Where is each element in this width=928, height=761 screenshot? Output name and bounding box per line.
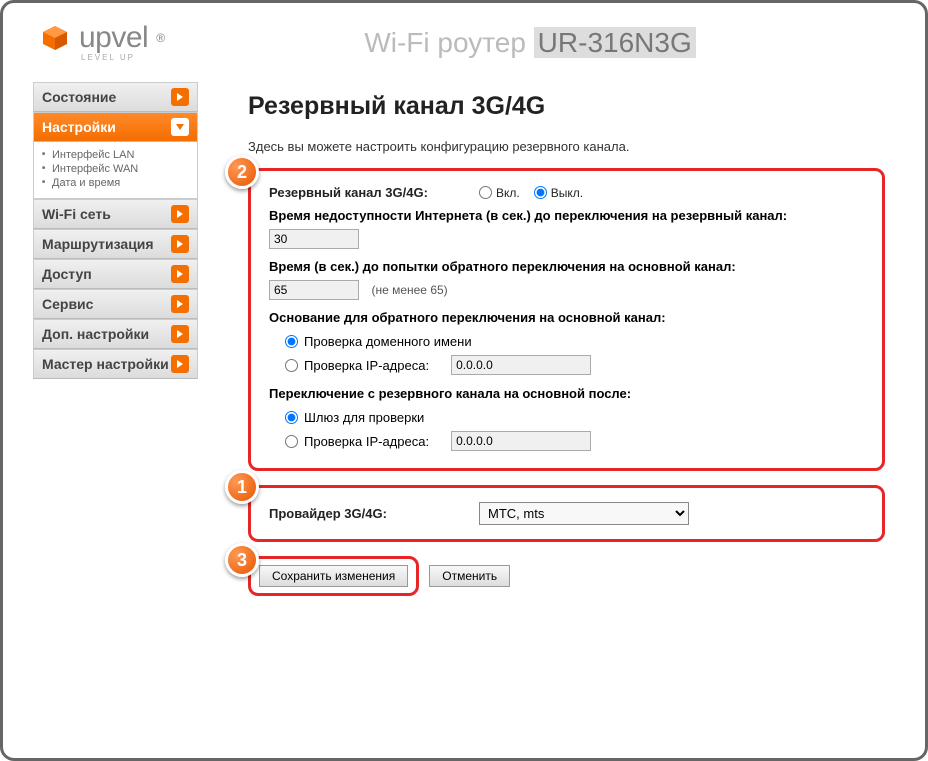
arrow-right-icon (171, 265, 189, 283)
badge-2: 2 (225, 155, 259, 189)
badge-3: 3 (225, 543, 259, 577)
basis-domain-label: Проверка доменного имени (304, 334, 472, 349)
title-area: Wi-Fi роутер UR-316N3G (165, 27, 895, 59)
radio-basis-ip[interactable] (285, 359, 298, 372)
cancel-button[interactable]: Отменить (429, 565, 510, 587)
upvel-logo-icon (39, 22, 71, 54)
page-heading: Резервный канал 3G/4G (248, 92, 885, 121)
retry-hint: (не менее 65) (371, 283, 447, 297)
nav-routing[interactable]: Маршрутизация (33, 229, 198, 259)
label-switch-after: Переключение с резервного канала на осно… (269, 386, 864, 401)
radio-on[interactable] (479, 186, 492, 199)
switch-ip-row[interactable]: Проверка IP-адреса: (269, 428, 864, 454)
radio-off[interactable] (534, 186, 547, 199)
label-retry-time: Время (в сек.) до попытки обратного пере… (269, 259, 864, 274)
radio-on-label: Вкл. (496, 186, 520, 200)
label-backup-channel: Резервный канал 3G/4G: (269, 185, 479, 200)
nav-wifi-label: Wi-Fi сеть (42, 206, 111, 222)
nav-status-label: Состояние (42, 89, 116, 105)
radio-off-label: Выкл. (551, 186, 583, 200)
nav-settings-label: Настройки (42, 119, 116, 135)
content-area: Резервный канал 3G/4G Здесь вы можете на… (198, 72, 925, 616)
input-fail-time[interactable] (269, 229, 359, 249)
page-frame: upvel ® LEVEL UP Wi-Fi роутер UR-316N3G С… (0, 0, 928, 761)
label-provider: Провайдер 3G/4G: (269, 506, 479, 521)
nav-advanced[interactable]: Доп. настройки (33, 319, 198, 349)
nav-routing-label: Маршрутизация (42, 236, 154, 252)
label-fail-time: Время недоступности Интернета (в сек.) д… (269, 208, 864, 223)
arrow-right-icon (171, 88, 189, 106)
arrow-right-icon (171, 235, 189, 253)
header: upvel ® LEVEL UP Wi-Fi роутер UR-316N3G (3, 3, 925, 72)
nav-wifi[interactable]: Wi-Fi сеть (33, 199, 198, 229)
basis-ip-label: Проверка IP-адреса: (304, 358, 429, 373)
nav-access[interactable]: Доступ (33, 259, 198, 289)
nav-advanced-label: Доп. настройки (42, 326, 149, 342)
radio-off-wrap[interactable]: Выкл. (534, 186, 583, 200)
radio-switch-ip[interactable] (285, 435, 298, 448)
switch-gw-label: Шлюз для проверки (304, 410, 424, 425)
radio-on-wrap[interactable]: Вкл. (479, 186, 520, 200)
arrow-down-icon (171, 118, 189, 136)
radio-basis-domain[interactable] (285, 335, 298, 348)
save-button[interactable]: Сохранить изменения (259, 565, 408, 587)
nav-sub-lan[interactable]: Интерфейс LAN (38, 148, 193, 162)
nav-settings[interactable]: Настройки (33, 112, 198, 142)
select-provider[interactable]: МТС, mts (479, 502, 689, 525)
arrow-right-icon (171, 355, 189, 373)
switch-ip-label: Проверка IP-адреса: (304, 434, 429, 449)
router-model: UR-316N3G (534, 27, 696, 58)
nav-sub-time[interactable]: Дата и время (38, 176, 193, 190)
router-title-prefix: Wi-Fi роутер (364, 27, 533, 58)
radio-switch-gw[interactable] (285, 411, 298, 424)
label-basis: Основание для обратного переключения на … (269, 310, 864, 325)
nav-wizard[interactable]: Мастер настройки (33, 349, 198, 379)
input-retry-time[interactable] (269, 280, 359, 300)
sidebar: Состояние Настройки Интерфейс LAN Интерф… (33, 82, 198, 616)
basis-ip-row[interactable]: Проверка IP-адреса: (269, 352, 864, 378)
arrow-right-icon (171, 205, 189, 223)
nav-service-label: Сервис (42, 296, 93, 312)
arrow-right-icon (171, 295, 189, 313)
page-description: Здесь вы можете настроить конфигурацию р… (248, 139, 885, 154)
save-frame: 3 Сохранить изменения (248, 556, 419, 596)
nav-wizard-label: Мастер настройки (42, 356, 169, 372)
switch-gw-row[interactable]: Шлюз для проверки (269, 407, 864, 428)
input-switch-ip[interactable] (451, 431, 591, 451)
input-basis-ip[interactable] (451, 355, 591, 375)
nav-status[interactable]: Состояние (33, 82, 198, 112)
settings-frame: 2 Резервный канал 3G/4G: Вкл. Выкл. Врем… (248, 168, 885, 471)
nav-sub-wan[interactable]: Интерфейс WAN (38, 162, 193, 176)
basis-domain-row[interactable]: Проверка доменного имени (269, 331, 864, 352)
arrow-right-icon (171, 325, 189, 343)
nav-settings-sub: Интерфейс LAN Интерфейс WAN Дата и время (33, 142, 198, 199)
nav-service[interactable]: Сервис (33, 289, 198, 319)
badge-1: 1 (225, 470, 259, 504)
nav-access-label: Доступ (42, 266, 92, 282)
provider-frame: 1 Провайдер 3G/4G: МТС, mts (248, 485, 885, 542)
brand-name: upvel (79, 21, 148, 55)
brand-tagline: LEVEL UP (81, 53, 165, 62)
logo-block: upvel ® LEVEL UP (39, 21, 165, 62)
registered-mark: ® (156, 31, 165, 45)
